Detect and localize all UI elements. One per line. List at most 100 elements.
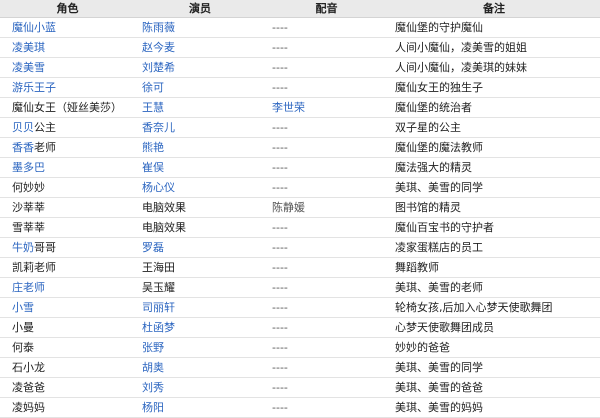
role-link[interactable]: 香香 xyxy=(12,141,34,154)
role-text: 哥哥 xyxy=(34,241,56,254)
cell-voice: ---- xyxy=(265,338,388,357)
actor-link[interactable]: 崔俣 xyxy=(142,161,164,174)
note-text: 魔仙堡的守护魔仙 xyxy=(395,21,483,34)
actor-link[interactable]: 罗磊 xyxy=(142,241,164,254)
voice-text: ---- xyxy=(272,321,288,334)
role-link[interactable]: 小雪 xyxy=(12,301,34,314)
note-text: 心梦天使歌舞团成员 xyxy=(395,321,494,334)
table-row: 墨多巴 崔俣 ---- 魔法强大的精灵 xyxy=(0,158,600,178)
voice-text: ---- xyxy=(272,341,288,354)
actor-link[interactable]: 赵今麦 xyxy=(142,41,175,54)
table-row: 贝贝公主 香奈儿 ---- 双子星的公主 xyxy=(0,118,600,138)
cell-note: 人间小魔仙，凌美雪的姐姐 xyxy=(388,38,600,57)
actor-link[interactable]: 陈雨薇 xyxy=(142,21,175,34)
cell-note: 双子星的公主 xyxy=(388,118,600,137)
note-text: 轮椅女孩,后加入心梦天使歌舞团 xyxy=(395,301,553,314)
role-text: 公主 xyxy=(34,121,56,134)
cell-voice: ---- xyxy=(265,158,388,177)
cell-voice: 陈静媛 xyxy=(265,198,388,217)
actor-link[interactable]: 香奈儿 xyxy=(142,121,175,134)
voice-text: ---- xyxy=(272,401,288,414)
cast-table: 角色 演员 配音 备注 魔仙小蓝 陈雨薇 ---- 魔仙堡的守护魔仙 凌美琪 赵今麦 ---… xyxy=(0,0,600,418)
actor-text: 电脑效果 xyxy=(142,221,186,234)
cell-actor: 崔俣 xyxy=(135,158,265,177)
cell-note: 美琪、美雪的同学 xyxy=(388,178,600,197)
actor-link[interactable]: 刘楚希 xyxy=(142,61,175,74)
cell-voice: ---- xyxy=(265,18,388,37)
voice-text: ---- xyxy=(272,121,288,134)
cell-actor: 刘秀 xyxy=(135,378,265,397)
role-link[interactable]: 牛奶 xyxy=(12,241,34,254)
note-text: 魔仙百宝书的守护者 xyxy=(395,221,494,234)
cell-note: 美琪、美雪的同学 xyxy=(388,358,600,377)
role-link[interactable]: 凌美琪 xyxy=(12,41,45,54)
voice-link[interactable]: 李世荣 xyxy=(272,101,305,114)
cell-role: 魔仙女王（娅丝美莎） xyxy=(0,98,135,117)
actor-link[interactable]: 杜函梦 xyxy=(142,321,175,334)
note-text: 美琪、美雪的爸爸 xyxy=(395,381,483,394)
voice-text: 陈静媛 xyxy=(272,201,305,214)
cell-voice: ---- xyxy=(265,178,388,197)
cell-role: 魔仙小蓝 xyxy=(0,18,135,37)
actor-link[interactable]: 司丽轩 xyxy=(142,301,175,314)
cell-role: 香香老师 xyxy=(0,138,135,157)
column-header-note: 备注 xyxy=(483,2,505,15)
cell-role: 墨多巴 xyxy=(0,158,135,177)
note-text: 凌家蛋糕店的员工 xyxy=(395,241,483,254)
role-text: 凌爸爸 xyxy=(12,381,45,394)
table-row: 凌妈妈 杨阳 ---- 美琪、美雪的妈妈 xyxy=(0,398,600,418)
cell-note: 妙妙的爸爸 xyxy=(388,338,600,357)
cell-role: 何妙妙 xyxy=(0,178,135,197)
cell-voice: ---- xyxy=(265,238,388,257)
note-text: 魔仙女王的独生子 xyxy=(395,81,483,94)
cell-role: 庄老师 xyxy=(0,278,135,297)
cell-note: 魔仙百宝书的守护者 xyxy=(388,218,600,237)
actor-link[interactable]: 张野 xyxy=(142,341,164,354)
table-row: 小雪 司丽轩 ---- 轮椅女孩,后加入心梦天使歌舞团 xyxy=(0,298,600,318)
actor-link[interactable]: 杨心仪 xyxy=(142,181,175,194)
cell-actor: 陈雨薇 xyxy=(135,18,265,37)
actor-link[interactable]: 熊艳 xyxy=(142,141,164,154)
actor-link[interactable]: 刘秀 xyxy=(142,381,164,394)
note-text: 美琪、美雪的老师 xyxy=(395,281,483,294)
note-text: 魔法强大的精灵 xyxy=(395,161,472,174)
cell-voice: ---- xyxy=(265,378,388,397)
voice-text: ---- xyxy=(272,161,288,174)
cell-note: 图书馆的精灵 xyxy=(388,198,600,217)
role-text: 小曼 xyxy=(12,321,34,334)
table-row: 香香老师 熊艳 ---- 魔仙堡的魔法教师 xyxy=(0,138,600,158)
role-link[interactable]: 庄老师 xyxy=(12,281,45,294)
cell-actor: 杨心仪 xyxy=(135,178,265,197)
actor-link[interactable]: 徐可 xyxy=(142,81,164,94)
voice-text: ---- xyxy=(272,41,288,54)
role-link[interactable]: 魔仙小蓝 xyxy=(12,21,56,34)
cell-note: 凌家蛋糕店的员工 xyxy=(388,238,600,257)
voice-text: ---- xyxy=(272,361,288,374)
voice-text: ---- xyxy=(272,301,288,314)
cell-note: 魔仙堡的统治者 xyxy=(388,98,600,117)
table-row: 魔仙小蓝 陈雨薇 ---- 魔仙堡的守护魔仙 xyxy=(0,18,600,38)
cell-role: 小曼 xyxy=(0,318,135,337)
actor-link[interactable]: 杨阳 xyxy=(142,401,164,414)
cell-role: 雪莘莘 xyxy=(0,218,135,237)
table-row: 雪莘莘 电脑效果 ---- 魔仙百宝书的守护者 xyxy=(0,218,600,238)
cell-note: 舞蹈教师 xyxy=(388,258,600,277)
cell-actor: 刘楚希 xyxy=(135,58,265,77)
role-link[interactable]: 贝贝 xyxy=(12,121,34,134)
cell-actor: 电脑效果 xyxy=(135,218,265,237)
cell-voice: ---- xyxy=(265,78,388,97)
actor-link[interactable]: 胡奥 xyxy=(142,361,164,374)
table-row: 凌美琪 赵今麦 ---- 人间小魔仙，凌美雪的姐姐 xyxy=(0,38,600,58)
cell-note: 魔法强大的精灵 xyxy=(388,158,600,177)
role-link[interactable]: 凌美雪 xyxy=(12,61,45,74)
role-text: 老师 xyxy=(34,141,56,154)
cell-voice: 李世荣 xyxy=(265,98,388,117)
cell-actor: 香奈儿 xyxy=(135,118,265,137)
role-link[interactable]: 墨多巴 xyxy=(12,161,45,174)
role-link[interactable]: 游乐王子 xyxy=(12,81,56,94)
cell-role: 凌爸爸 xyxy=(0,378,135,397)
cell-actor: 杨阳 xyxy=(135,398,265,417)
cell-note: 魔仙女王的独生子 xyxy=(388,78,600,97)
actor-link[interactable]: 王慧 xyxy=(142,101,164,114)
cell-actor: 杜函梦 xyxy=(135,318,265,337)
